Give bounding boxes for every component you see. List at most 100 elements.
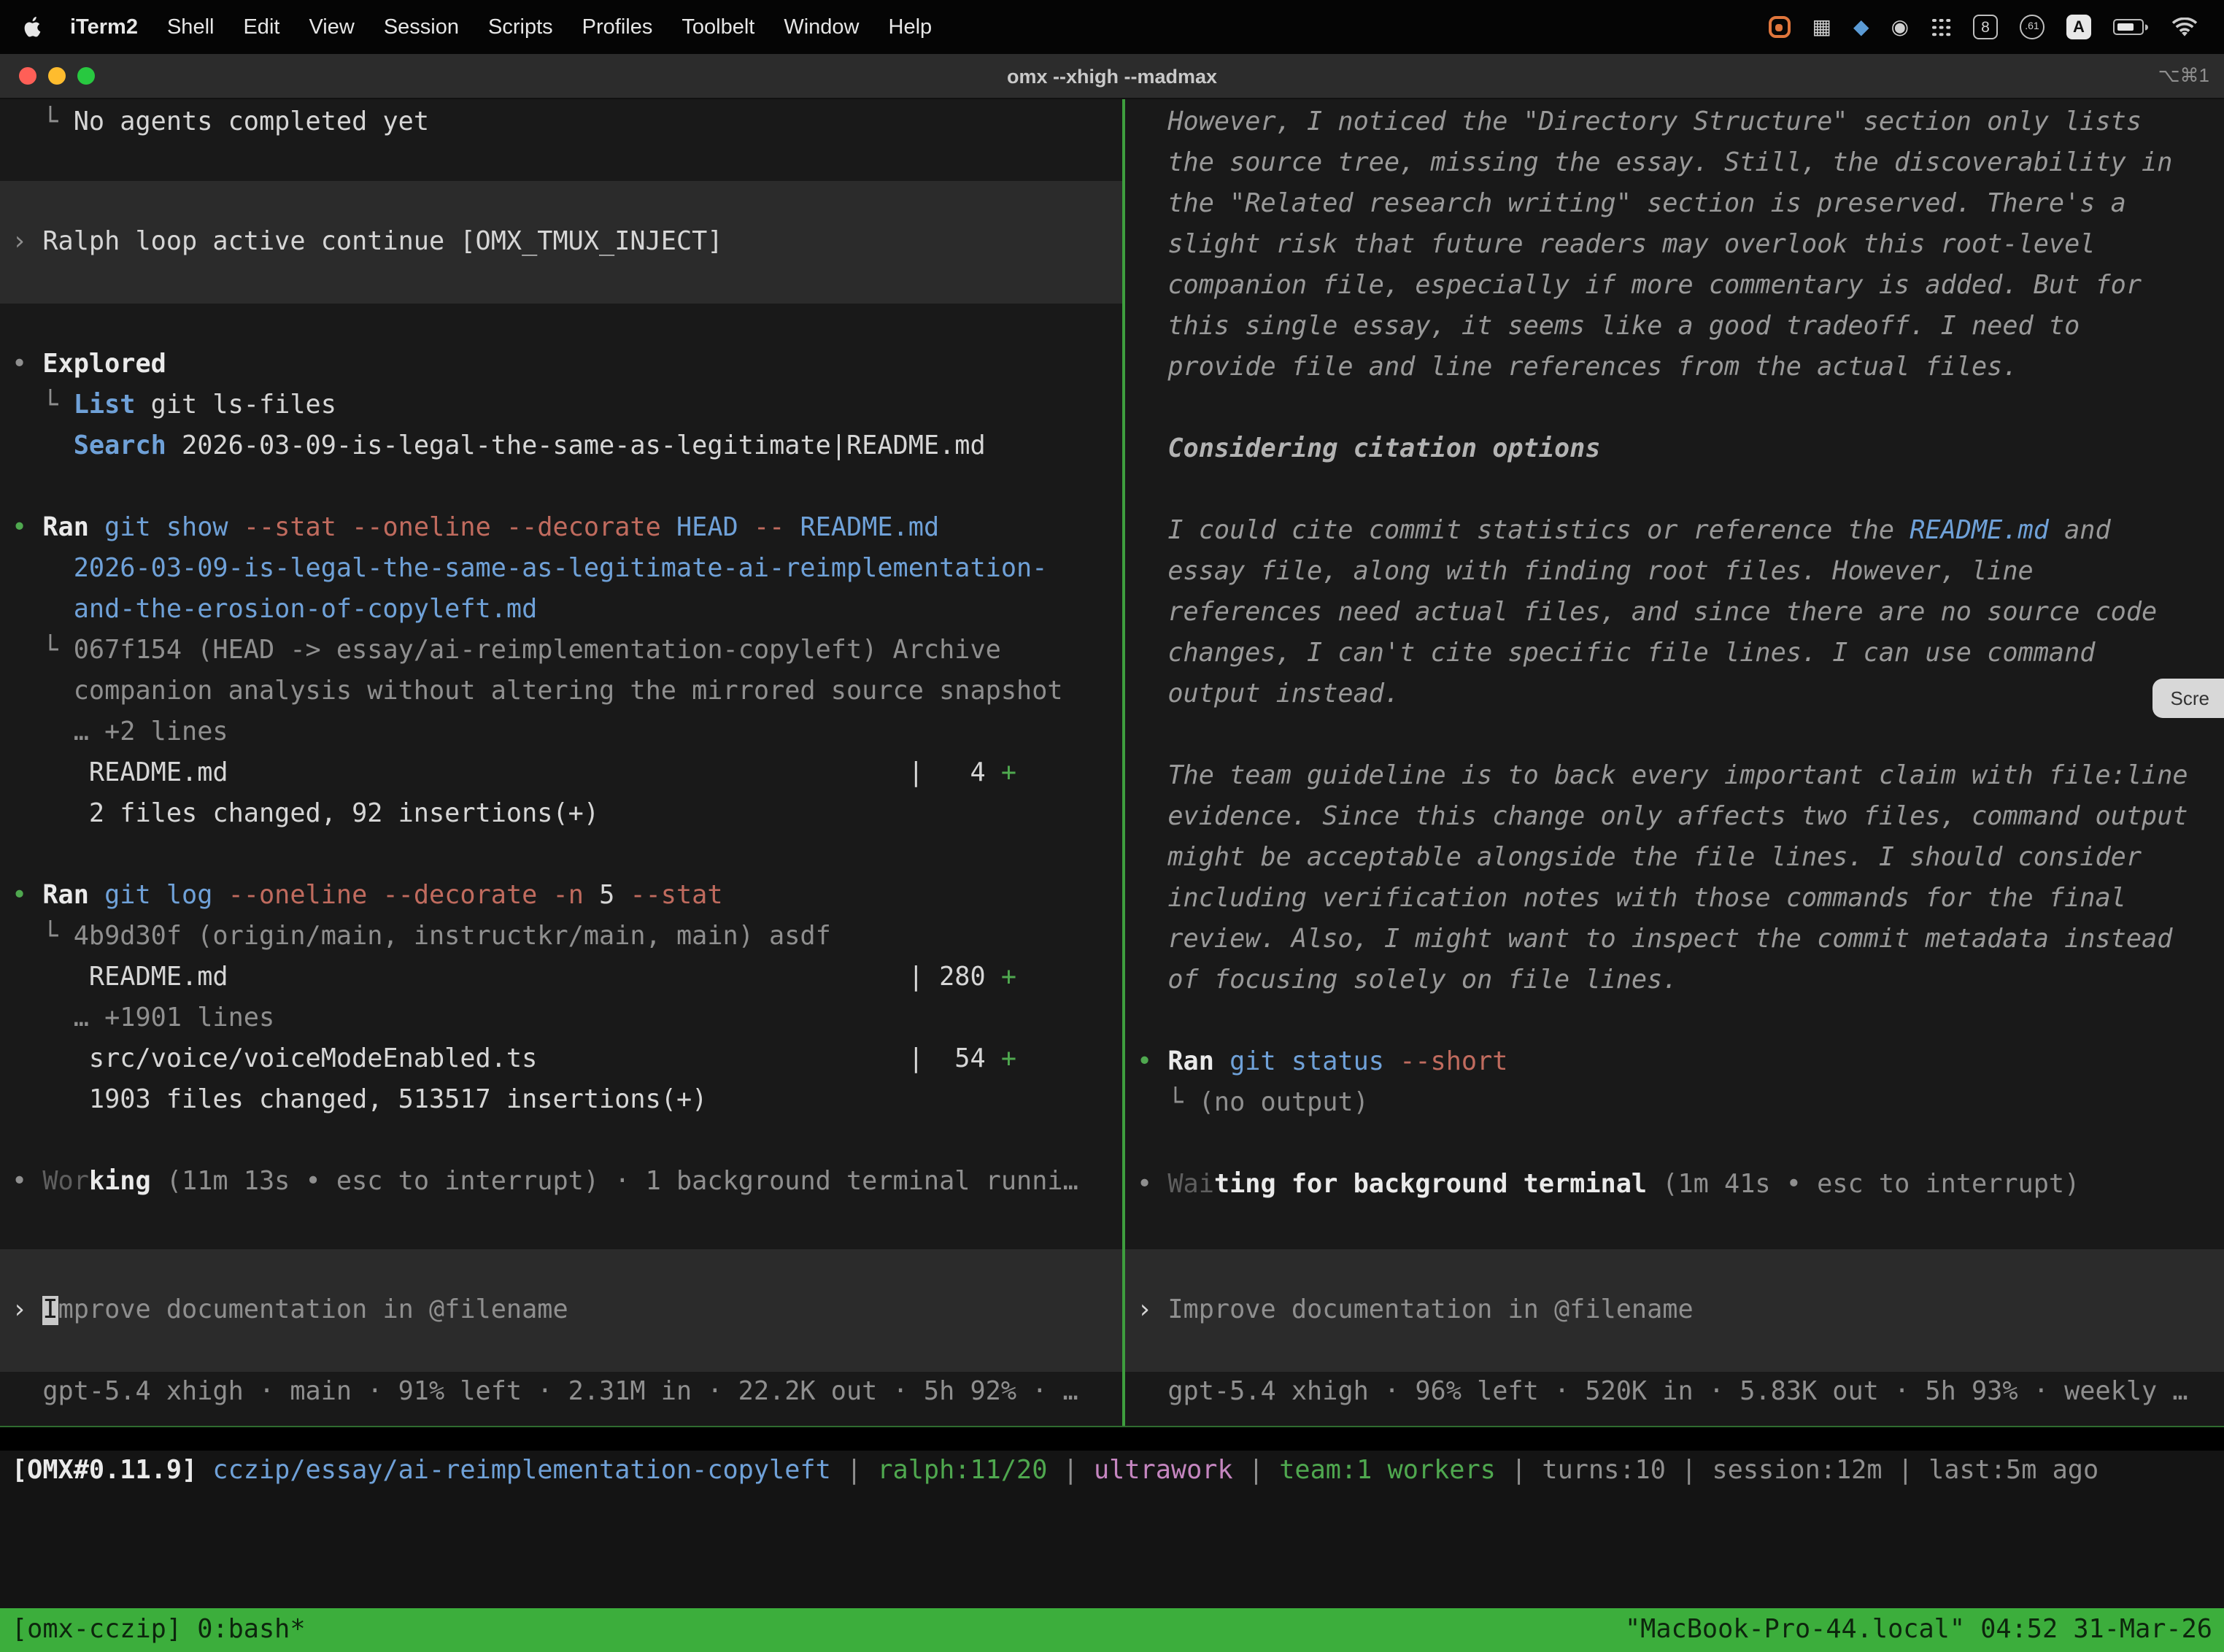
text-segment: (1m 41s • esc to interrupt) [1647,1170,2080,1200]
menu-item-view[interactable]: View [294,15,368,39]
terminal-line: might be acceptable alongside the file l… [1125,838,2224,879]
terminal-line: └ No agents completed yet [0,102,1122,143]
terminal-line: 2 files changed, 92 insertions(+) [0,794,1122,835]
text-segment: README.md [800,514,940,543]
text-segment: --short [1399,1048,1507,1077]
text-cursor: I [42,1296,58,1325]
menu-item-iterm2[interactable]: iTerm2 [55,15,152,39]
composer-input[interactable]: › Improve documentation in @filename [1125,1249,2224,1372]
text-segment: Ran [42,514,104,543]
text-segment: and [2049,517,2111,546]
text-segment: including verification notes with those … [1137,884,2126,914]
text-segment: --stat [630,881,722,911]
menu-item-shell[interactable]: Shell [152,15,229,39]
text-segment: --stat --oneline --decorate [244,514,676,543]
terminal-line: └ 067f154 (HEAD -> essay/ai-reimplementa… [0,630,1122,671]
omx-status-segment: ultrawork [1094,1456,1233,1486]
terminal-line: README.md | 4 + [0,753,1122,794]
window-title-bar[interactable]: omx --xhigh --madmax ⌥⌘1 [0,54,2224,99]
window-grid-icon[interactable]: ▦ [1812,15,1831,39]
text-segment: ting for background terminal [1214,1170,1647,1200]
wifi-icon[interactable] [2171,17,2198,37]
menu-item-edit[interactable]: Edit [228,15,294,39]
text-segment: + [1001,1045,1016,1074]
battery-icon[interactable] [2113,20,2144,35]
input-source-icon[interactable]: A [2066,15,2091,39]
text-segment: (no output) [1199,1089,1369,1118]
disc-app-icon[interactable]: ◉ [1891,15,1909,39]
text-segment: 2 files changed, 92 insertions(+) [12,800,599,829]
omx-status-segment: | [1666,1456,1713,1486]
text-segment: 067f154 (HEAD -> essay/ai-reimplementati… [74,636,1001,665]
text-segment: HEAD [676,514,754,543]
terminal-line: slight risk that future readers may over… [1125,225,2224,266]
terminal-line: changes, I can't cite specific file line… [1125,633,2224,674]
terminal-line: of focusing solely on file lines. [1125,960,2224,1001]
text-segment: The team guideline is to back every impo… [1137,762,2188,791]
omx-status-line: [OMX#0.11.9] cczip/essay/ai-reimplementa… [0,1451,2224,1491]
blue-app-icon[interactable]: ◆ [1853,15,1869,39]
terminal-line: the "Related research writing" section i… [1125,184,2224,225]
text-segment: I could cite commit statistics or refere… [1137,517,1910,546]
text-segment: › [12,1296,42,1325]
tmux-host-clock: "MacBook-Pro-44.local" 04:52 31-Mar-26 [1625,1616,2212,1645]
reasoning-heading: Considering citation options [1125,429,2224,470]
text-segment: + [1001,759,1016,788]
omx-status-segment: team:1 workers [1279,1456,1496,1486]
keypad-8-icon[interactable]: 8 [1973,15,1998,39]
tmux-status-bar: [omx-cczip] 0:bash* "MacBook-Pro-44.loca… [0,1608,2224,1652]
screen-recording-indicator-icon[interactable] [1769,16,1791,38]
text-segment: Considering citation options [1137,435,1601,464]
omx-status-segment: | [1233,1456,1280,1486]
text-segment: 2026-03-09-is-legal-the-same-as-legitima… [166,432,986,461]
text-segment: • [1137,1048,1167,1077]
text-segment: output instead. [1137,680,1399,709]
text-segment: (11m 13s • esc to interrupt) · 1 backgro… [151,1167,1078,1197]
menu-items: iTerm2ShellEditViewSessionScriptsProfile… [55,15,946,39]
menu-item-session[interactable]: Session [369,15,474,39]
right-terminal-pane[interactable]: However, I noticed the "Directory Struct… [1125,99,2224,1426]
text-segment: git show [104,514,244,543]
text-segment: README.md | 4 [12,759,1001,788]
left-terminal-pane[interactable]: └ No agents completed yet › Ralph loop ac… [0,99,1122,1426]
menu-item-window[interactable]: Window [769,15,873,39]
text-segment: provide file and line references from th… [1137,353,2018,382]
composer-input[interactable]: › Improve documentation in @filename [0,1249,1122,1372]
waiting-status-line: • Waiting for background terminal (1m 41… [1125,1165,2224,1205]
text-segment: king [89,1167,151,1197]
terminal-line: └ List git ls-files [0,385,1122,426]
apple-menu-icon[interactable] [23,15,44,39]
text-segment: └ [12,922,74,952]
zoom-window-button[interactable] [77,67,95,85]
menu-item-scripts[interactable]: Scripts [474,15,568,39]
text-segment: companion analysis without altering the … [12,677,1063,706]
omx-status-segment: [OMX#0.11.9] [12,1456,212,1486]
text-segment: the "Related research writing" section i… [1137,190,2126,219]
menu-item-toolbelt[interactable]: Toolbelt [667,15,769,39]
text-segment: -- [754,514,800,543]
text-segment: this single essay, it seems like a good … [1137,312,2080,341]
traffic-lights [0,67,95,85]
dots-grid-icon[interactable] [1931,17,1951,37]
text-segment: › [12,228,42,257]
ralph-loop-banner: › Ralph loop active continue [OMX_TMUX_I… [0,181,1122,304]
terminal-line: The team guideline is to back every impo… [1125,756,2224,797]
menu-item-profiles[interactable]: Profiles [568,15,668,39]
macos-menu-bar: iTerm2ShellEditViewSessionScriptsProfile… [0,0,2224,54]
text-segment: 1903 files changed, 513517 insertions(+) [12,1086,707,1115]
minimize-window-button[interactable] [48,67,66,85]
omx-status-segment: | [831,1456,878,1486]
meter-61-icon[interactable]: .61 [2020,15,2045,39]
text-segment: List [74,391,136,420]
text-segment: Ran [1167,1048,1229,1077]
close-window-button[interactable] [19,67,36,85]
text-segment: └ [12,636,74,665]
screen-share-overlay-tab[interactable]: Scre [2153,679,2224,718]
omx-status-segment: ralph:11/20 [877,1456,1047,1486]
text-segment: git status [1229,1048,1399,1077]
text-segment: … +2 lines [12,718,228,747]
terminal-line: src/voice/voiceModeEnabled.ts | 54 + [0,1039,1122,1080]
menu-item-help[interactable]: Help [874,15,947,39]
text-segment: └ [12,391,74,420]
text-segment: 2026-03-09-is-legal-the-same-as-legitima… [12,555,1047,584]
